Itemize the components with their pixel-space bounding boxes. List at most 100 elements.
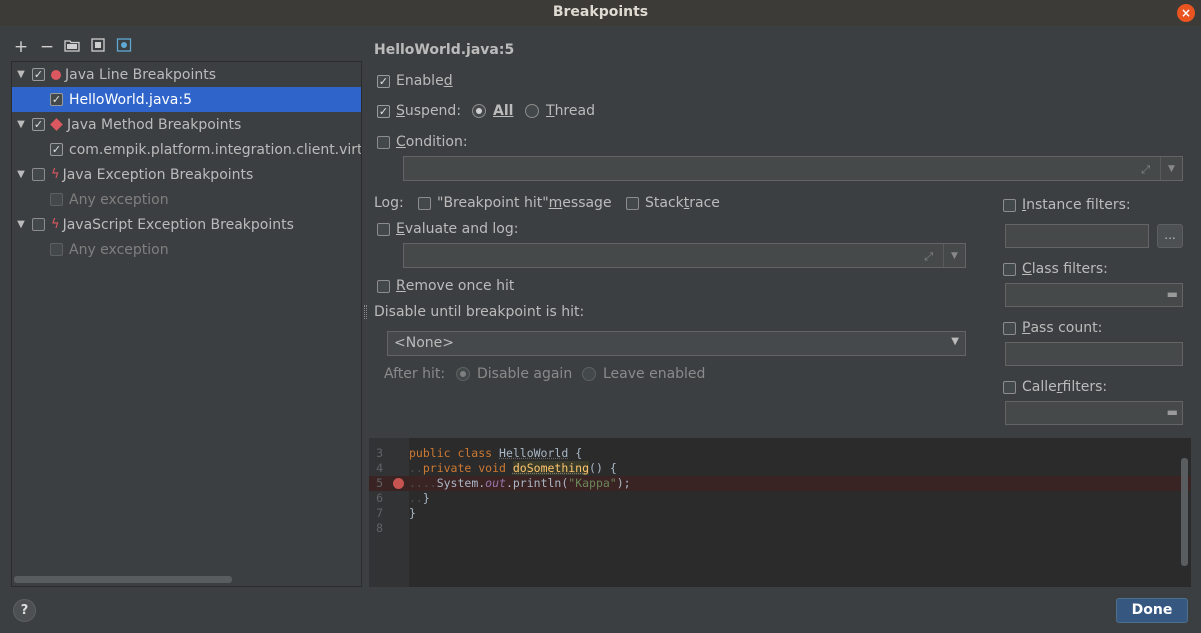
expand-icon[interactable]: ⤢ bbox=[924, 250, 933, 264]
instance-filters-more-button[interactable]: ... bbox=[1157, 224, 1183, 248]
group-icon[interactable] bbox=[90, 38, 108, 56]
breakpoint-title: HelloWorld.java:5 bbox=[374, 42, 515, 58]
evaluate-input[interactable]: ⤢ ▼ bbox=[403, 243, 966, 268]
leave-enabled-radio[interactable]: Leave enabled bbox=[582, 366, 705, 382]
suspend-option[interactable]: ✓ Suspend: bbox=[377, 103, 461, 119]
breakpoint-dot-icon bbox=[51, 69, 61, 80]
expand-arrow-icon[interactable]: ▼ bbox=[14, 219, 28, 230]
group-checkbox[interactable] bbox=[32, 168, 45, 181]
pass-count-input[interactable] bbox=[1005, 342, 1183, 366]
stack-trace-option[interactable]: Stack t race bbox=[626, 195, 720, 211]
condition-input[interactable]: ⤢ ▼ bbox=[403, 156, 1183, 181]
remove-once-hit-checkbox[interactable] bbox=[377, 279, 390, 293]
disable-until-label: Disable until breakpoint is hit: bbox=[374, 304, 585, 320]
evaluate-option[interactable]: Evaluate and log: bbox=[377, 221, 518, 237]
condition-checkbox[interactable] bbox=[377, 135, 390, 149]
expand-arrow-icon[interactable]: ▼ bbox=[14, 69, 28, 80]
folder-icon[interactable]: ▬ bbox=[1167, 287, 1178, 301]
instance-filters-input[interactable] bbox=[1005, 224, 1149, 248]
group-checkbox[interactable]: ✓ bbox=[32, 68, 45, 81]
suspend-thread-radio[interactable]: Thread bbox=[525, 103, 595, 119]
disable-until-value: <None> bbox=[394, 335, 454, 351]
class-filters-checkbox[interactable] bbox=[1003, 262, 1016, 276]
radio-button[interactable] bbox=[456, 367, 470, 381]
code-line: 4 ..private void doSomething() { bbox=[369, 461, 1191, 476]
caller-filters-input[interactable]: ▬ bbox=[1005, 401, 1183, 425]
tree-item-label: com.empik.platform.integration.client.vi… bbox=[69, 141, 362, 158]
disable-again-radio[interactable]: Disable again bbox=[456, 366, 572, 382]
log-message-option[interactable]: "Breakpoint hit" m essage bbox=[418, 195, 612, 211]
tree-item-any-exception[interactable]: Any exception bbox=[12, 237, 361, 262]
folder-icon[interactable] bbox=[64, 38, 82, 56]
disable-until-select[interactable]: <None> ▼ bbox=[387, 331, 966, 356]
tree-item-any-exception[interactable]: Any exception bbox=[12, 187, 361, 212]
breakpoint-diamond-icon bbox=[50, 118, 63, 131]
tree-item-label: Java Line Breakpoints bbox=[65, 66, 216, 83]
pass-count-checkbox[interactable] bbox=[1003, 321, 1016, 335]
line-number: 5 bbox=[376, 476, 383, 490]
enabled-option[interactable]: ✓ Enable d bbox=[377, 73, 453, 89]
window-titlebar: Breakpoints × bbox=[0, 0, 1201, 26]
suspend-checkbox[interactable]: ✓ bbox=[377, 104, 390, 118]
window-title: Breakpoints bbox=[552, 4, 649, 20]
tree-group-java-line[interactable]: ▼ ✓ Java Line Breakpoints bbox=[12, 62, 361, 87]
log-label: Log: bbox=[374, 195, 404, 211]
breakpoints-tree[interactable]: ▼ ✓ Java Line Breakpoints ✓ HelloWorld.j… bbox=[11, 61, 362, 587]
radio-button[interactable] bbox=[525, 104, 539, 118]
code-line: 5 ....System.out.println("Kappa"); bbox=[369, 476, 1191, 491]
remove-breakpoint-button[interactable]: − bbox=[38, 38, 56, 56]
tree-item-method[interactable]: ✓ com.empik.platform.integration.client.… bbox=[12, 137, 361, 162]
chevron-down-icon[interactable]: ▼ bbox=[1160, 157, 1182, 180]
tree-item-label: Any exception bbox=[69, 191, 169, 208]
tree-group-java-method[interactable]: ▼ ✓ Java Method Breakpoints bbox=[12, 112, 361, 137]
group-checkbox[interactable]: ✓ bbox=[32, 118, 45, 131]
line-number: 6 bbox=[376, 491, 383, 505]
item-checkbox[interactable]: ✓ bbox=[50, 93, 63, 106]
editor-vertical-scrollbar[interactable] bbox=[1181, 458, 1188, 566]
code-text: ..} bbox=[409, 491, 430, 505]
suspend-all-radio[interactable]: All bbox=[472, 103, 513, 119]
item-checkbox[interactable] bbox=[50, 243, 63, 256]
tree-horizontal-scrollbar[interactable] bbox=[14, 576, 232, 583]
line-number: 7 bbox=[376, 506, 383, 520]
item-checkbox[interactable] bbox=[50, 193, 63, 206]
tree-group-js-exception[interactable]: ▼ ϟ JavaScript Exception Breakpoints bbox=[12, 212, 361, 237]
caller-filters-option[interactable]: Calle r filters: bbox=[1003, 379, 1107, 395]
tree-item-helloworld[interactable]: ✓ HelloWorld.java:5 bbox=[12, 87, 361, 112]
code-preview: 3 public class HelloWorld {4 ..private voi… bbox=[369, 438, 1191, 587]
evaluate-checkbox[interactable] bbox=[377, 222, 390, 236]
radio-button[interactable] bbox=[582, 367, 596, 381]
enabled-checkbox[interactable]: ✓ bbox=[377, 74, 390, 88]
item-checkbox[interactable]: ✓ bbox=[50, 143, 63, 156]
radio-button[interactable] bbox=[472, 104, 486, 118]
group-checkbox[interactable] bbox=[32, 218, 45, 231]
log-message-checkbox[interactable] bbox=[418, 196, 431, 210]
class-filters-option[interactable]: Class filters: bbox=[1003, 261, 1108, 277]
breakpoint-marker-icon[interactable] bbox=[393, 478, 404, 489]
expand-arrow-icon[interactable]: ▼ bbox=[14, 169, 28, 180]
code-line: 7} bbox=[369, 506, 1191, 521]
chevron-down-icon[interactable]: ▼ bbox=[951, 336, 959, 347]
instance-filters-option[interactable]: Instance filters: bbox=[1003, 197, 1131, 213]
class-filters-input[interactable]: ▬ bbox=[1005, 283, 1183, 307]
condition-option[interactable]: Condition: bbox=[377, 134, 468, 150]
chevron-down-icon[interactable]: ▼ bbox=[943, 244, 965, 267]
remove-once-hit-option[interactable]: Remove once hit bbox=[377, 278, 514, 294]
code-text: ....System.out.println("Kappa"); bbox=[409, 476, 631, 490]
folder-icon[interactable]: ▬ bbox=[1167, 405, 1178, 419]
expand-icon[interactable]: ⤢ bbox=[1141, 163, 1150, 177]
line-number: 8 bbox=[376, 521, 383, 535]
tree-group-java-exception[interactable]: ▼ ϟ Java Exception Breakpoints bbox=[12, 162, 361, 187]
pass-count-option[interactable]: Pass count: bbox=[1003, 320, 1102, 336]
caller-filters-checkbox[interactable] bbox=[1003, 380, 1016, 394]
settings-icon[interactable] bbox=[116, 38, 134, 56]
close-icon[interactable]: × bbox=[1177, 4, 1195, 22]
help-button[interactable]: ? bbox=[13, 599, 36, 622]
splitter-handle[interactable] bbox=[364, 305, 367, 319]
done-button[interactable]: Done bbox=[1116, 598, 1188, 623]
expand-arrow-icon[interactable]: ▼ bbox=[14, 119, 28, 130]
instance-filters-checkbox[interactable] bbox=[1003, 198, 1016, 212]
code-text: ..private void doSomething() { bbox=[409, 461, 617, 475]
add-breakpoint-button[interactable]: + bbox=[12, 38, 30, 56]
stack-trace-checkbox[interactable] bbox=[626, 196, 639, 210]
